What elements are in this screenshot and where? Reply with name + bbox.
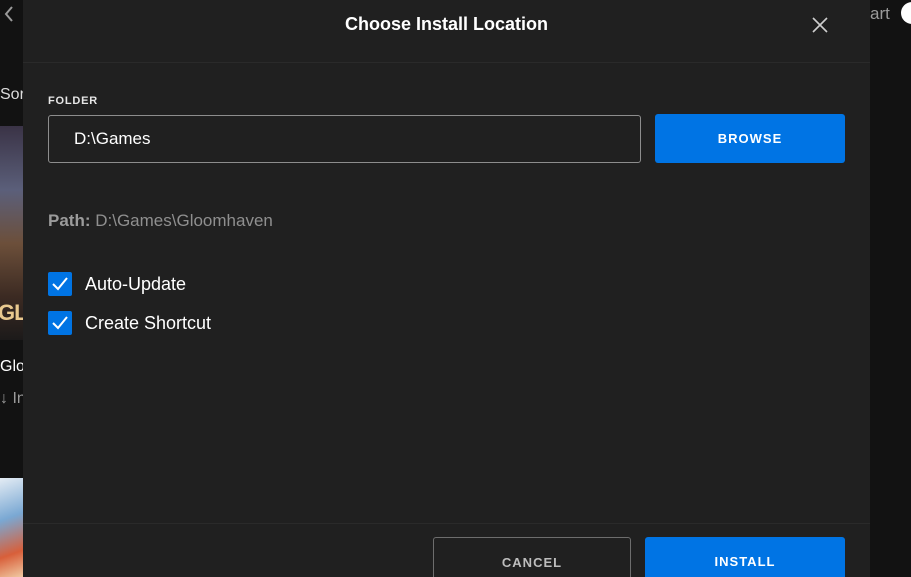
- back-arrow-icon[interactable]: [2, 4, 16, 30]
- checkbox-checked[interactable]: [48, 311, 72, 335]
- create-shortcut-label: Create Shortcut: [85, 312, 212, 333]
- install-path-display: Path: D:\Games\Gloomhaven: [48, 211, 273, 231]
- checkmark-icon: [52, 277, 68, 291]
- close-icon: [812, 17, 828, 33]
- checkmark-icon: [52, 316, 68, 330]
- background-sort-text: Sort: [0, 86, 23, 103]
- create-shortcut-checkbox[interactable]: Create Shortcut: [48, 311, 211, 335]
- background-thumbnail-logo: GL: [0, 300, 23, 325]
- checkbox-checked[interactable]: [48, 272, 72, 296]
- background-right-panel: [870, 0, 911, 577]
- path-value: D:\Games\Gloomhaven: [95, 211, 273, 230]
- background-left-panel: Sort GL Gloo ↓ In: [0, 0, 23, 577]
- auto-update-label: Auto-Update: [85, 273, 187, 294]
- dialog-header: Choose Install Location: [23, 0, 870, 63]
- auto-update-checkbox[interactable]: Auto-Update: [48, 272, 186, 296]
- cancel-button[interactable]: CANCEL: [433, 537, 631, 577]
- close-button[interactable]: [808, 13, 832, 37]
- path-label: Path:: [48, 211, 91, 230]
- background-game-status: ↓ In: [0, 390, 23, 407]
- install-button[interactable]: INSTALL: [645, 537, 845, 577]
- background-game-title: Gloo: [0, 358, 23, 375]
- dialog-title: Choose Install Location: [344, 14, 549, 34]
- browse-button[interactable]: BROWSE: [655, 114, 845, 163]
- folder-label: FOLDER: [48, 95, 99, 107]
- background-cart-text[interactable]: art: [870, 4, 890, 24]
- folder-path-input[interactable]: [48, 115, 641, 163]
- background-game-thumbnail-2[interactable]: [0, 478, 23, 577]
- install-location-dialog: Choose Install Location FOLDER BROWSE Pa…: [23, 0, 870, 577]
